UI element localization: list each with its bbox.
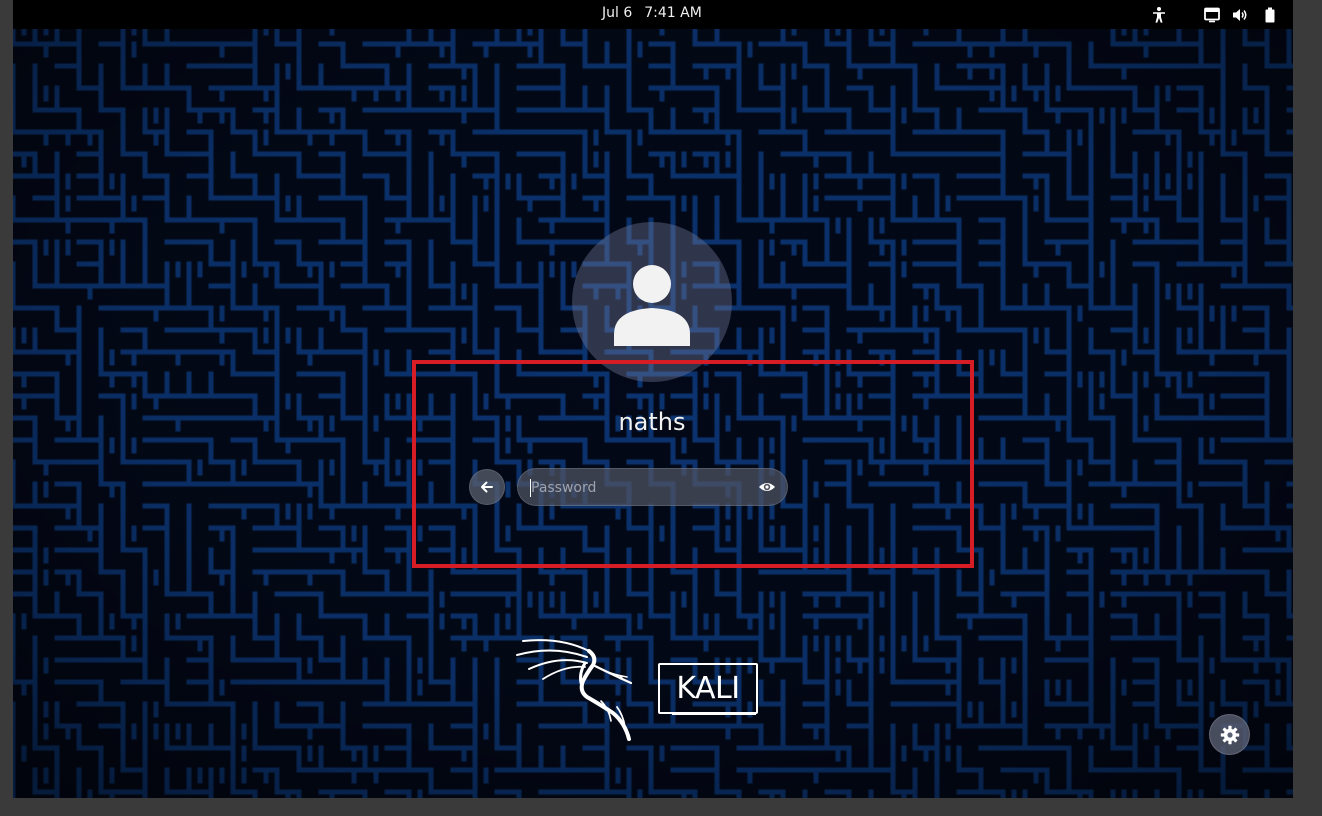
volume-icon[interactable] xyxy=(1231,6,1249,24)
eye-icon xyxy=(759,483,775,491)
show-password-button[interactable] xyxy=(757,478,777,496)
kali-wordmark-text: KALI xyxy=(676,671,740,706)
password-field[interactable] xyxy=(517,468,788,506)
time-label: 7:41 AM xyxy=(644,5,702,21)
wordmark-underline xyxy=(672,712,756,715)
password-input[interactable] xyxy=(529,475,753,501)
maze-wallpaper xyxy=(13,0,1293,798)
kali-dragon-icon xyxy=(516,639,633,741)
accessibility-icon[interactable] xyxy=(1150,6,1168,24)
login-screen: Jul 6 7:41 AM naths KALI xyxy=(13,0,1293,798)
user-silhouette-icon xyxy=(614,265,690,346)
battery-icon[interactable] xyxy=(1261,6,1279,24)
display-icon[interactable] xyxy=(1203,6,1221,24)
back-button[interactable] xyxy=(469,469,505,505)
top-bar: Jul 6 7:41 AM xyxy=(13,0,1293,29)
text-caret xyxy=(530,479,531,497)
kali-wordmark: KALI xyxy=(658,663,758,715)
session-settings-button[interactable] xyxy=(1209,714,1250,755)
username-label: naths xyxy=(618,408,686,436)
date-time-clock[interactable]: Jul 6 7:41 AM xyxy=(602,5,702,21)
arrow-left-icon xyxy=(481,481,493,493)
user-avatar xyxy=(572,222,732,382)
gear-icon xyxy=(1220,725,1240,745)
date-label: Jul 6 xyxy=(602,5,633,21)
